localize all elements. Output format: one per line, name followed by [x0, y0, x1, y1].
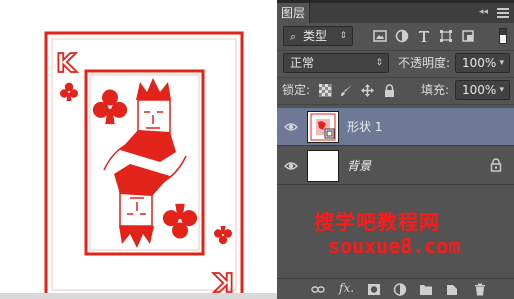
king-of-clubs-card: K K [44, 31, 244, 298]
visibility-eye-icon[interactable] [284, 120, 298, 134]
new-group-icon[interactable] [419, 283, 433, 296]
layer-name[interactable]: 背景 [347, 157, 371, 174]
divider [277, 50, 514, 51]
smart-object-filter-icon[interactable] [461, 29, 475, 43]
panel-tab-bar: 图层 ◂◂ [277, 3, 514, 23]
lock-position-move-icon[interactable] [361, 84, 374, 97]
fx-icon[interactable]: fx. [339, 281, 354, 295]
adjustment-filter-icon[interactable] [395, 29, 409, 43]
blend-mode-value: 正常 [290, 56, 315, 70]
filter-toggle-switch[interactable] [499, 28, 507, 44]
layers-bottom-toolbar: fx. [277, 278, 514, 299]
layer-thumbnail [307, 111, 339, 143]
layer-row-shape-1[interactable]: 形状 1 [277, 108, 514, 146]
watermark-line-1: 搜学吧教程网 [314, 210, 440, 234]
layer-thumbnail [307, 150, 339, 182]
lock-pixels-brush-icon[interactable] [340, 84, 353, 97]
blend-mode-dropdown[interactable]: 正常 ⇕ [283, 53, 389, 73]
visibility-eye-icon[interactable] [284, 159, 298, 173]
fill-input[interactable]: 100% ▾ [455, 80, 510, 100]
club-icon [60, 82, 78, 101]
opacity-label: 不透明度: [398, 56, 451, 70]
adjustment-layer-icon[interactable] [393, 283, 407, 296]
layer-filter-row: ⌕ 类型 ⇕ [277, 23, 514, 49]
rank-bottom-right: K [213, 266, 234, 296]
delete-layer-icon[interactable] [473, 283, 487, 296]
shape-filter-icon[interactable] [439, 29, 453, 43]
link-layers-icon[interactable] [311, 283, 325, 296]
collapse-icon[interactable]: ◂◂ [479, 7, 488, 17]
rank-top-left: K [56, 49, 77, 79]
opacity-input[interactable]: 100% ▾ [455, 53, 510, 73]
club-icon [92, 89, 128, 125]
stepper-arrows-icon: ⇕ [339, 31, 347, 41]
image-filter-icon[interactable] [373, 29, 387, 43]
chevron-down-icon: ▾ [499, 58, 504, 68]
club-icon [162, 203, 198, 239]
divider [277, 77, 514, 78]
lock-transparency-icon[interactable] [319, 84, 332, 97]
lock-icon [490, 158, 502, 172]
chevron-down-icon: ▾ [499, 85, 504, 95]
fill-value: 100% [462, 83, 497, 97]
filter-kind-dropdown[interactable]: ⌕ 类型 ⇕ [283, 26, 353, 46]
panel-menu-icon[interactable] [497, 8, 509, 18]
document-canvas[interactable]: K K [0, 0, 277, 299]
fill-label: 填充: [421, 83, 450, 97]
filter-kind-label: 类型 [303, 29, 328, 43]
add-mask-icon[interactable] [367, 283, 381, 296]
lock-all-icon[interactable] [383, 84, 396, 97]
watermark-line-2: souxue8.com [328, 234, 461, 258]
divider [277, 104, 514, 105]
stepper-arrows-icon: ⇕ [375, 58, 383, 68]
horizontal-scrollbar[interactable] [0, 293, 277, 299]
opacity-value: 100% [462, 56, 497, 70]
layer-name[interactable]: 形状 1 [347, 118, 382, 135]
tab-layers[interactable]: 图层 [277, 3, 310, 23]
lock-label: 锁定: [282, 83, 311, 97]
layer-row-background[interactable]: 背景 [277, 147, 514, 185]
search-icon: ⌕ [290, 30, 297, 43]
type-filter-icon[interactable] [417, 29, 431, 43]
club-icon [214, 226, 232, 245]
new-layer-icon[interactable] [445, 283, 459, 296]
